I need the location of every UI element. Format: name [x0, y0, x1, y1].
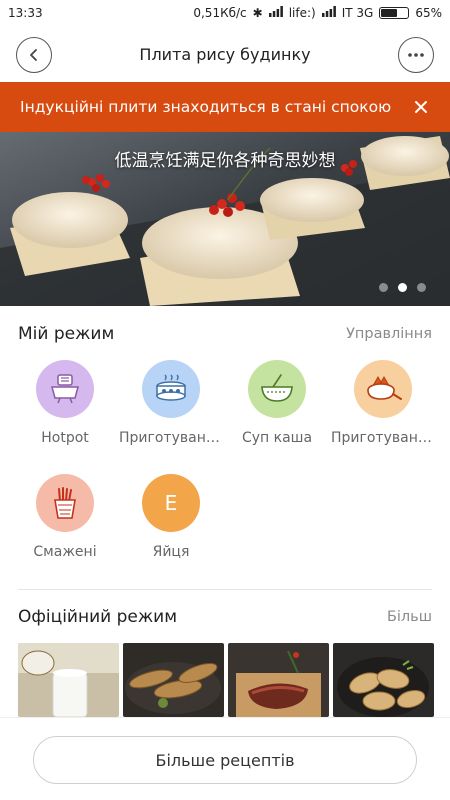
carrier-name: life:)	[288, 6, 316, 20]
page-title: Плита рису будинку	[139, 44, 311, 64]
my-mode-title: Мій режим	[18, 324, 115, 344]
banner-subtitle: 低温烹饪满足你各种奇思妙想	[114, 151, 336, 171]
manage-link[interactable]: Управління	[346, 326, 432, 342]
signal-icon	[268, 6, 283, 20]
mode-soup[interactable]: Суп каша	[221, 360, 333, 446]
official-mode-title: Офіційний режим	[18, 607, 178, 627]
banner-image	[0, 108, 450, 306]
mode-label: Приготування на грилі	[331, 430, 435, 446]
carousel-dots	[379, 283, 426, 292]
grill-icon	[354, 360, 412, 418]
battery-fill	[381, 9, 398, 17]
mode-fries[interactable]: Смажені	[9, 474, 121, 560]
mode-label: Суп каша	[241, 430, 313, 446]
status-icons: 0,51Кб/с ✱ life:) IT 3G 65%	[193, 6, 442, 20]
more-dots-icon	[408, 53, 424, 57]
app-header: Плита рису будинку	[0, 26, 450, 82]
official-mode-header: Офіційний режим Більш	[0, 607, 450, 627]
recipe-thumb-fish[interactable]	[123, 643, 224, 717]
mode-eggs[interactable]: E Яйця	[115, 474, 227, 560]
mode-label: Приготування на пару	[119, 430, 223, 446]
status-alert: Індукційні плити знаходиться в стані спо…	[0, 82, 450, 132]
more-link[interactable]: Більш	[387, 609, 432, 625]
fries-icon	[36, 474, 94, 532]
hotpot-icon	[36, 360, 94, 418]
hero-banner[interactable]: 低温烹饪满足你各种奇思妙想	[0, 108, 450, 306]
recipe-thumb-dumplings[interactable]	[333, 643, 434, 717]
battery-percent: 65%	[415, 6, 442, 20]
more-options-button[interactable]	[398, 37, 434, 73]
mode-letter: E	[164, 491, 178, 515]
network-type: IT 3G	[341, 6, 374, 20]
signal-icon-2	[321, 6, 336, 20]
network-speed: 0,51Кб/с	[193, 6, 247, 20]
alert-text: Індукційні плити знаходиться в стані спо…	[20, 98, 392, 116]
bluetooth-icon: ✱	[252, 6, 263, 20]
official-recipes-row	[18, 643, 450, 717]
mode-label: Hotpot	[41, 430, 89, 446]
close-icon	[415, 101, 427, 113]
soup-bowl-icon	[248, 360, 306, 418]
back-button[interactable]	[16, 37, 52, 73]
alert-close-button[interactable]	[410, 96, 432, 118]
battery-icon	[379, 7, 410, 19]
section-divider	[18, 589, 432, 590]
back-arrow-icon	[30, 49, 37, 61]
carousel-dot[interactable]	[379, 283, 388, 292]
mode-label: Яйця	[152, 544, 190, 560]
letter-e-icon: E	[142, 474, 200, 532]
more-recipes-button[interactable]: Більше рецептів	[33, 736, 417, 784]
recipe-thumb-milk[interactable]	[18, 643, 119, 717]
status-bar: 13:33 0,51Кб/с ✱ life:) IT 3G 65%	[0, 0, 450, 26]
mode-steam[interactable]: Приготування на пару	[115, 360, 227, 446]
steamer-icon	[142, 360, 200, 418]
mode-label: Смажені	[33, 544, 97, 560]
recipe-thumb-steak[interactable]	[228, 643, 329, 717]
mode-grill[interactable]: Приготування на грилі	[327, 360, 439, 446]
carousel-dot-active[interactable]	[398, 283, 407, 292]
bottom-bar: Більше рецептів	[0, 717, 450, 800]
mode-hotpot[interactable]: Hotpot	[9, 360, 121, 446]
carousel-dot[interactable]	[417, 283, 426, 292]
my-mode-header: Мій режим Управління	[0, 324, 450, 344]
status-time: 13:33	[8, 6, 43, 20]
